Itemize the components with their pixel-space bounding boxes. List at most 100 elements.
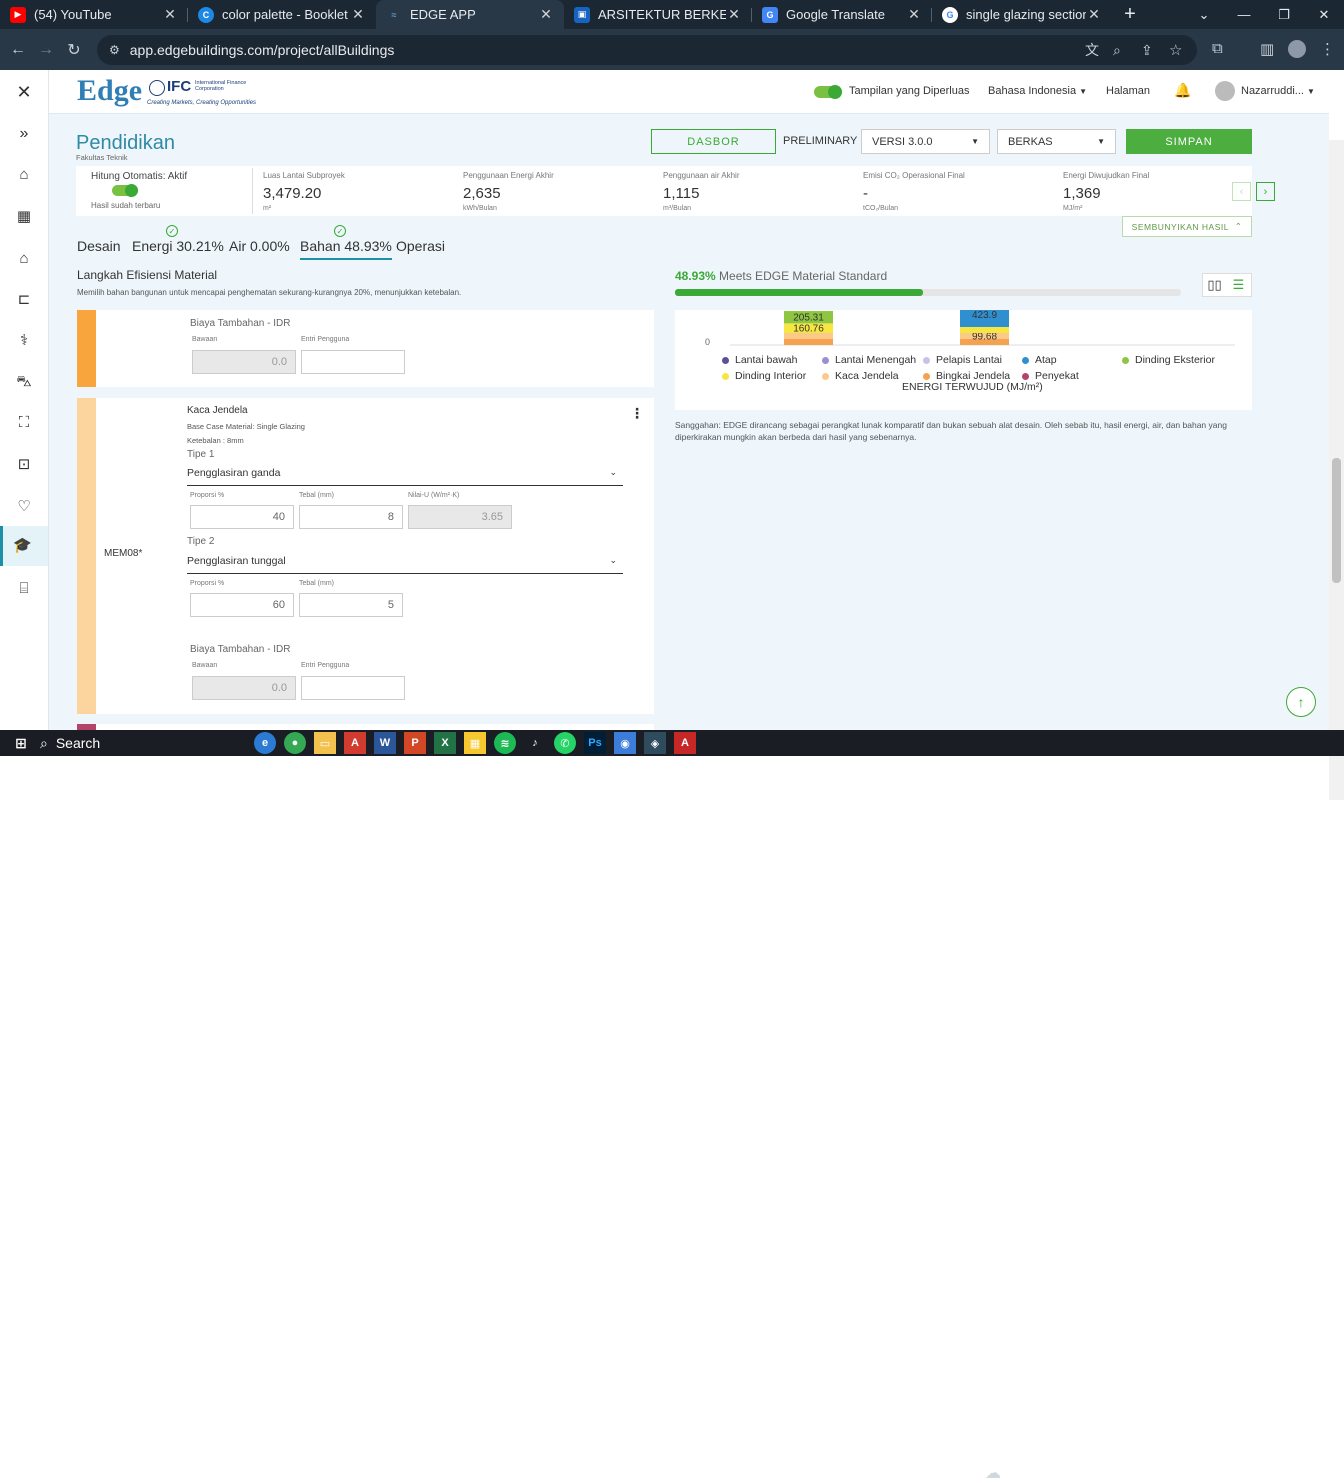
legend-item[interactable]: Atap <box>1022 354 1057 366</box>
next-arrow-icon[interactable]: › <box>1256 182 1275 201</box>
edge-browser-icon[interactable]: e <box>254 732 276 754</box>
legend-item[interactable]: Pelapis Lantai <box>923 354 1002 366</box>
list-view-icon[interactable]: ☰ <box>1228 275 1249 295</box>
taskbar-search[interactable]: ⌕ Search <box>40 735 250 752</box>
site-info-icon[interactable]: ⚙ <box>109 43 120 57</box>
close-icon[interactable]: ✕ <box>12 80 36 104</box>
address-bar[interactable]: ⚙ app.edgebuildings.com/project/allBuild… <box>97 35 1197 65</box>
close-tab-icon[interactable]: ✕ <box>350 6 366 23</box>
share-icon[interactable]: ⇪ <box>1141 42 1153 59</box>
language-select[interactable]: Bahasa Indonesia ▼ <box>988 85 1087 97</box>
legend-item[interactable]: Lantai bawah <box>722 354 797 366</box>
type1-thickness-input[interactable]: 8 <box>299 505 403 529</box>
type1-select[interactable]: Pengglasiran ganda ⌄ <box>187 467 623 486</box>
photoshop-icon[interactable]: Ps <box>584 732 606 754</box>
minimize-icon[interactable]: — <box>1224 0 1264 29</box>
forward-icon[interactable]: → <box>32 36 60 64</box>
notification-icon[interactable]: ▭ <box>1320 1465 1332 1481</box>
user-cost-input[interactable] <box>301 676 405 700</box>
tab-energy[interactable]: Energi 30.21% <box>132 238 224 254</box>
hide-results-button[interactable]: SEMBUNYIKAN HASIL ⌃ <box>1122 216 1252 237</box>
app-icon[interactable]: ◉ <box>614 732 636 754</box>
columns-view-icon[interactable]: ▯▯ <box>1204 275 1225 295</box>
maximize-icon[interactable]: ❐ <box>1264 0 1304 29</box>
files-select[interactable]: BERKAS ▼ <box>997 129 1116 154</box>
bell-icon[interactable]: 🔔 <box>1174 82 1191 99</box>
page-scrollbar[interactable] <box>1329 140 1344 800</box>
browser-tab-youtube[interactable]: ▶ (54) YouTube ✕ <box>0 0 188 29</box>
whatsapp-icon[interactable]: ✆ <box>554 732 576 754</box>
scroll-top-icon[interactable]: ↑ <box>1286 687 1316 717</box>
hotel-icon[interactable]: ⛶ <box>12 410 36 434</box>
heart-icon[interactable]: ♡ <box>12 494 36 518</box>
close-window-icon[interactable]: ✕ <box>1304 0 1344 29</box>
windows-start-icon[interactable]: ⊞ <box>10 732 32 754</box>
acrobat-icon[interactable]: A <box>344 732 366 754</box>
user-menu[interactable]: Nazarruddi... ▼ <box>1241 85 1315 97</box>
sketchup-icon[interactable]: ◈ <box>644 732 666 754</box>
edge-logo[interactable]: Edge <box>77 74 142 108</box>
legend-item[interactable]: Lantai Menengah <box>822 354 916 366</box>
zoom-icon[interactable]: ⌕ <box>1113 42 1121 59</box>
user-cost-input[interactable] <box>301 350 405 374</box>
reload-icon[interactable]: ↻ <box>60 36 88 64</box>
powerpoint-icon[interactable]: P <box>404 732 426 754</box>
user-avatar[interactable] <box>1215 81 1235 101</box>
prev-arrow-icon[interactable]: ‹ <box>1232 182 1251 201</box>
cart-icon[interactable]: ⛍ <box>12 370 36 394</box>
expanded-view-toggle[interactable] <box>814 85 842 99</box>
new-tab-icon[interactable]: + <box>1116 0 1144 28</box>
type1-proportion-input[interactable]: 40 <box>190 505 294 529</box>
close-tab-icon[interactable]: ✕ <box>906 6 922 23</box>
close-tab-icon[interactable]: ✕ <box>162 6 178 23</box>
translate-icon[interactable]: 文 <box>1085 40 1099 60</box>
version-select[interactable]: VERSI 3.0.0 ▼ <box>861 129 990 154</box>
health-icon[interactable]: ⚕ <box>12 328 36 352</box>
browser-tab-booklet[interactable]: C color palette - Booklet (2) ✕ <box>188 0 376 29</box>
input-language[interactable]: ENG <box>1218 1467 1242 1479</box>
bed-icon[interactable]: ⊏ <box>12 287 36 311</box>
tab-search-icon[interactable]: ⌄ <box>1184 0 1224 29</box>
bookmark-star-icon[interactable]: ☆ <box>1169 41 1182 59</box>
browser-tab-google-search[interactable]: G single glazing section - Google ✕ <box>932 0 1112 29</box>
more-options-icon[interactable]: ⋮ <box>630 405 644 422</box>
tray-icons[interactable]: ⌃ ▣ ▭ ◠ ♫ <box>1110 1466 1176 1480</box>
browser-tab-translate[interactable]: G Google Translate ✕ <box>752 0 932 29</box>
autocad-icon[interactable]: A <box>674 732 696 754</box>
file-explorer-icon[interactable]: ▭ <box>314 732 336 754</box>
store-icon[interactable]: ▦ <box>464 732 486 754</box>
type2-select[interactable]: Pengglasiran tunggal ⌄ <box>187 555 623 574</box>
legend-item[interactable]: Dinding Interior <box>722 370 806 382</box>
back-icon[interactable]: ← <box>4 36 32 64</box>
chrome-icon[interactable]: ● <box>284 732 306 754</box>
dashboard-button[interactable]: DASBOR <box>651 129 776 154</box>
excel-icon[interactable]: X <box>434 732 456 754</box>
menu-dots-icon[interactable]: ⋮ <box>1320 40 1335 58</box>
tab-water[interactable]: Air 0.00% <box>229 238 290 254</box>
tiktok-icon[interactable]: ♪ <box>524 732 546 754</box>
close-tab-icon[interactable]: ✕ <box>1086 6 1102 23</box>
legend-item[interactable]: Dinding Eksterior <box>1122 354 1215 366</box>
spotify-icon[interactable]: ≋ <box>494 732 516 754</box>
tab-operations[interactable]: Operasi <box>396 238 445 254</box>
building-icon[interactable]: ▦ <box>12 204 36 228</box>
factory-icon[interactable]: ⌸ <box>12 576 36 600</box>
word-icon[interactable]: W <box>374 732 396 754</box>
house-icon[interactable]: ⌂ <box>12 246 36 270</box>
browser-tab-arsitektur[interactable]: ▣ ARSITEKTUR BERKELANJUTAN ✕ <box>564 0 752 29</box>
tab-materials[interactable]: Bahan 48.93% <box>300 238 392 260</box>
auto-calc-toggle[interactable] <box>112 184 138 197</box>
type2-thickness-input[interactable]: 5 <box>299 593 403 617</box>
briefcase-icon[interactable]: ⊡ <box>12 452 36 476</box>
profile-avatar[interactable] <box>1288 40 1306 58</box>
close-tab-icon[interactable]: ✕ <box>538 6 554 23</box>
extensions-icon[interactable]: ⧉ <box>1212 40 1223 57</box>
browser-tab-edge-app[interactable]: ≈ EDGE APP ✕ <box>376 0 564 29</box>
legend-item[interactable]: Kaca Jendela <box>822 370 899 382</box>
education-nav-active[interactable]: 🎓 <box>0 526 48 566</box>
sidebar-icon[interactable]: ▥ <box>1260 40 1274 58</box>
type2-proportion-input[interactable]: 60 <box>190 593 294 617</box>
close-tab-icon[interactable]: ✕ <box>726 6 742 23</box>
pages-menu[interactable]: Halaman <box>1106 85 1150 97</box>
clock[interactable]: 9:42 PM <box>1252 1467 1293 1479</box>
